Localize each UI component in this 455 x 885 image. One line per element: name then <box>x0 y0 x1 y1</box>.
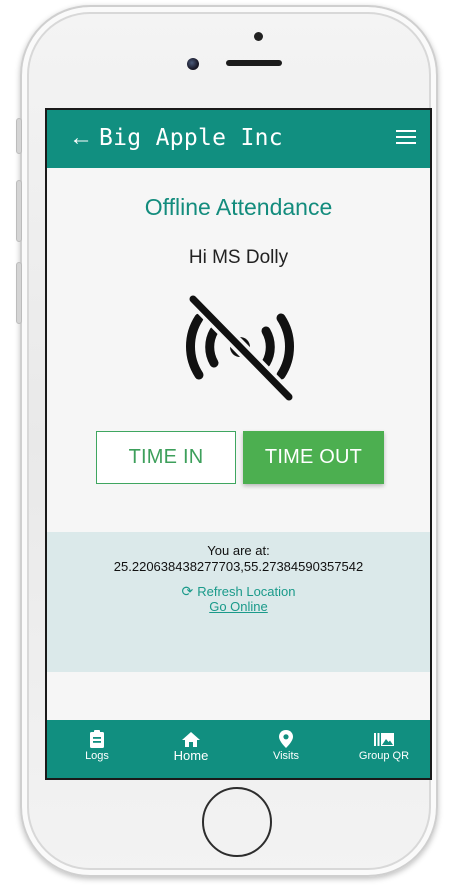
proximity-sensor <box>254 32 263 41</box>
refresh-location-link[interactable]: ⟳ Refresh Location <box>47 583 430 600</box>
hamburger-menu-icon[interactable] <box>396 130 416 144</box>
location-coordinates: 25.220638438277703,55.27384590357542 <box>113 559 364 574</box>
app-bar: ← Big Apple Inc <box>47 110 430 168</box>
volume-up-button <box>16 180 22 242</box>
home-icon <box>182 732 200 747</box>
nav-label-visits: Visits <box>272 750 300 762</box>
gallery-icon <box>374 733 394 746</box>
app-screen: ← Big Apple Inc Offline Attendance Hi MS… <box>45 108 432 780</box>
front-camera <box>187 58 199 70</box>
refresh-icon: ⟳ <box>181 583 194 599</box>
map-pin-icon <box>279 730 293 748</box>
bottom-navigation: Logs Home Visits Group QR <box>47 720 430 778</box>
nav-label-group-qr: Group QR <box>358 750 410 762</box>
home-button[interactable] <box>202 787 272 857</box>
go-online-link[interactable]: Go Online <box>47 599 430 614</box>
page-title: Offline Attendance <box>144 194 333 220</box>
earpiece-speaker <box>226 60 282 66</box>
nav-item-visits[interactable]: Visits <box>258 720 314 778</box>
location-label: You are at: <box>207 543 270 558</box>
nav-item-home[interactable]: Home <box>163 720 219 778</box>
mute-switch <box>16 118 22 154</box>
arrow-left-icon[interactable]: ← <box>69 125 93 151</box>
nav-label-logs: Logs <box>85 750 109 762</box>
wifi-off-icon <box>186 293 296 403</box>
nav-item-logs[interactable]: Logs <box>69 720 125 778</box>
volume-down-button <box>16 262 22 324</box>
nav-item-group-qr[interactable]: Group QR <box>347 720 421 778</box>
time-out-button[interactable]: TIME OUT <box>243 431 384 484</box>
nav-label-home: Home <box>173 748 209 763</box>
refresh-location-label: Refresh Location <box>197 584 296 599</box>
location-panel: You are at: 25.220638438277703,55.273845… <box>47 532 430 672</box>
time-in-button[interactable]: TIME IN <box>96 431 236 484</box>
app-title: Big Apple Inc <box>99 125 283 151</box>
greeting-text: Hi MS Dolly <box>188 247 289 268</box>
clipboard-icon <box>90 730 104 748</box>
